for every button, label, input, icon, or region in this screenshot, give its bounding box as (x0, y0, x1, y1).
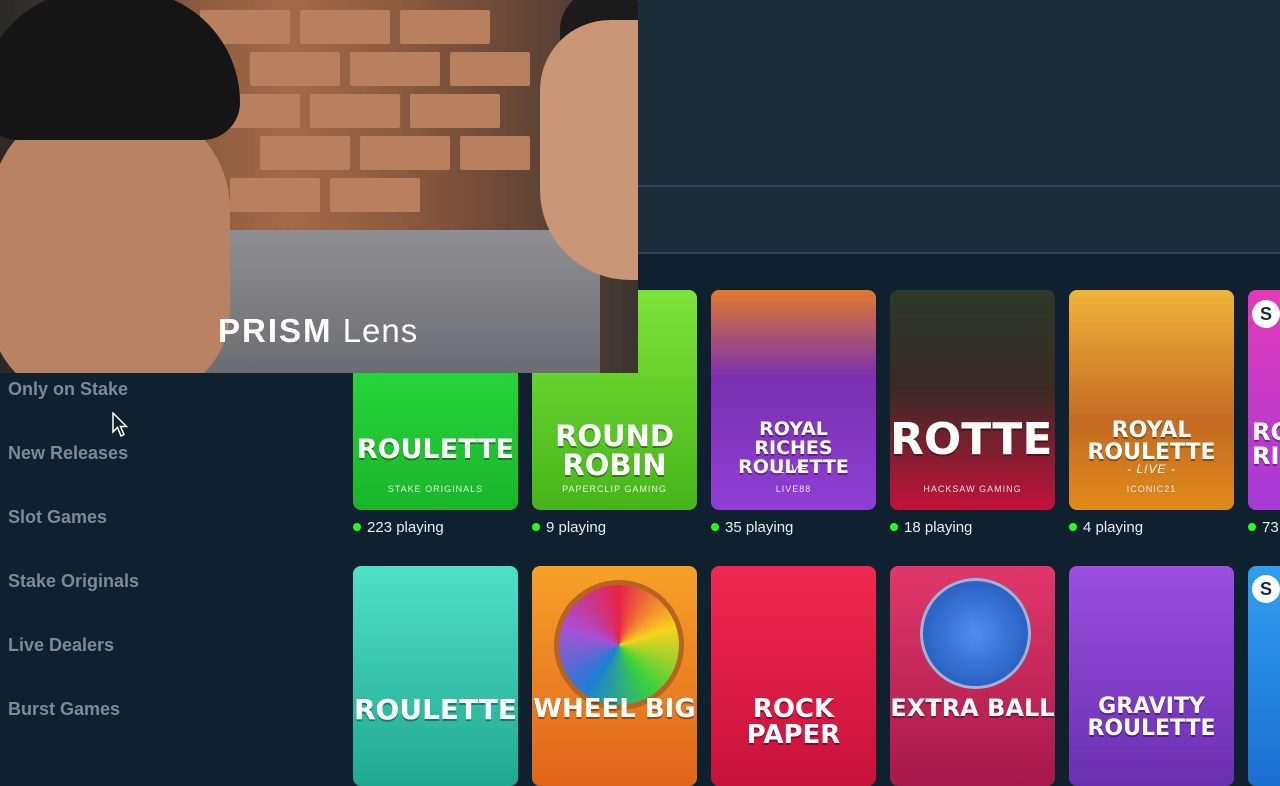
hat (0, 0, 240, 140)
sidebar-item-slot-games[interactable]: Slot Games (8, 507, 107, 528)
live-dot-icon (1069, 523, 1077, 532)
game-title: ROYAL ROULETTE (1087, 418, 1216, 465)
live-dot-icon (890, 523, 898, 532)
live-dot-icon (532, 523, 540, 532)
players-count-label: 9 playing (546, 519, 607, 536)
players-count: 9 playing (532, 519, 606, 536)
sidebar-item-only-on-stake[interactable]: Only on Stake (8, 379, 128, 400)
stake-logo-badge: S (1252, 300, 1280, 328)
game-title: WHEEL BIG (533, 694, 696, 724)
sidebar-item-stake-originals[interactable]: Stake Originals (8, 571, 139, 592)
players-count-label: 4 playing (1083, 519, 1144, 536)
mouse-cursor-icon (112, 412, 128, 438)
brick (330, 178, 420, 212)
prism-lens-watermark: PRISM Lens (218, 312, 418, 350)
brick (350, 52, 440, 86)
game-provider: PAPERCLIP GAMING (562, 484, 667, 494)
players-count: 4 playing (1069, 519, 1143, 536)
players-count: 73 (1248, 519, 1279, 536)
game-title: EXTRA BALL (890, 694, 1055, 722)
game-provider: HACKSAW GAMING (923, 484, 1022, 494)
game-title: ROUND ROBIN (555, 419, 674, 482)
game-card-royal-roulette[interactable]: ROYAL ROULETTE - LIVE - ICONIC21 (1069, 290, 1234, 510)
players-count-label: 223 playing (367, 519, 444, 536)
players-count-label: 73 (1262, 519, 1279, 536)
brick (230, 178, 320, 212)
players-count: 223 playing (353, 519, 444, 536)
live-dot-icon (353, 523, 361, 532)
sidebar-item-new-releases[interactable]: New Releases (8, 443, 128, 464)
brick (450, 52, 530, 86)
players-count-label: 35 playing (725, 519, 794, 536)
stake-logo-badge: S (1252, 575, 1280, 603)
game-provider: LIVE88 (775, 484, 812, 494)
brick (400, 10, 490, 44)
person-left (0, 100, 230, 373)
game-title: ROTTEN (890, 414, 1055, 465)
game-card-roulette-live[interactable]: ROULETTE (353, 566, 518, 786)
game-card-rock-paper[interactable]: ROCK PAPER (711, 566, 876, 786)
game-title: ROCK PAPER (746, 694, 841, 750)
brick (460, 136, 530, 170)
game-title: ROULETTE (356, 434, 515, 465)
game-card-gravity-roulette[interactable]: GRAVITY ROULETTE (1069, 566, 1234, 786)
product-text: Lens (342, 312, 419, 349)
brick (410, 94, 500, 128)
game-card-royal-riches-roulette[interactable]: ROYAL RICHES ROULETTE - LIVE - LIVE88 (711, 290, 876, 510)
sidebar-item-burst-games[interactable]: Burst Games (8, 699, 120, 720)
players-count-label: 18 playing (904, 519, 973, 536)
sidebar-item-live-dealers[interactable]: Live Dealers (8, 635, 114, 656)
players-count: 35 playing (711, 519, 793, 536)
brick (300, 10, 390, 44)
ball-cage-icon (920, 578, 1031, 689)
brick (260, 136, 350, 170)
top-header-panel (638, 0, 1280, 186)
couch (180, 230, 600, 373)
game-card-rotten[interactable]: ROTTEN HACKSAW GAMING (890, 290, 1055, 510)
wheel-icon (554, 580, 684, 710)
brick (360, 136, 450, 170)
live-dot-icon (711, 523, 719, 532)
game-title: RO RI (1252, 418, 1280, 470)
game-card-wheel-big[interactable]: WHEEL BIG (532, 566, 697, 786)
webcam-overlay: PRISM Lens (0, 0, 638, 373)
game-title: GRAVITY ROULETTE (1087, 694, 1216, 741)
brand-text: PRISM (218, 312, 333, 349)
players-count: 18 playing (890, 519, 972, 536)
game-card-extra-ball[interactable]: EXTRA BALL (890, 566, 1055, 786)
game-subtitle: - LIVE - (1127, 462, 1176, 476)
brick (310, 94, 400, 128)
game-subtitle: - LIVE - (769, 462, 818, 476)
live-dot-icon (1248, 523, 1256, 532)
game-provider: STAKE ORIGINALS (387, 484, 484, 494)
game-provider: ICONIC21 (1126, 484, 1177, 494)
search-band (638, 187, 1280, 253)
brick (250, 52, 340, 86)
